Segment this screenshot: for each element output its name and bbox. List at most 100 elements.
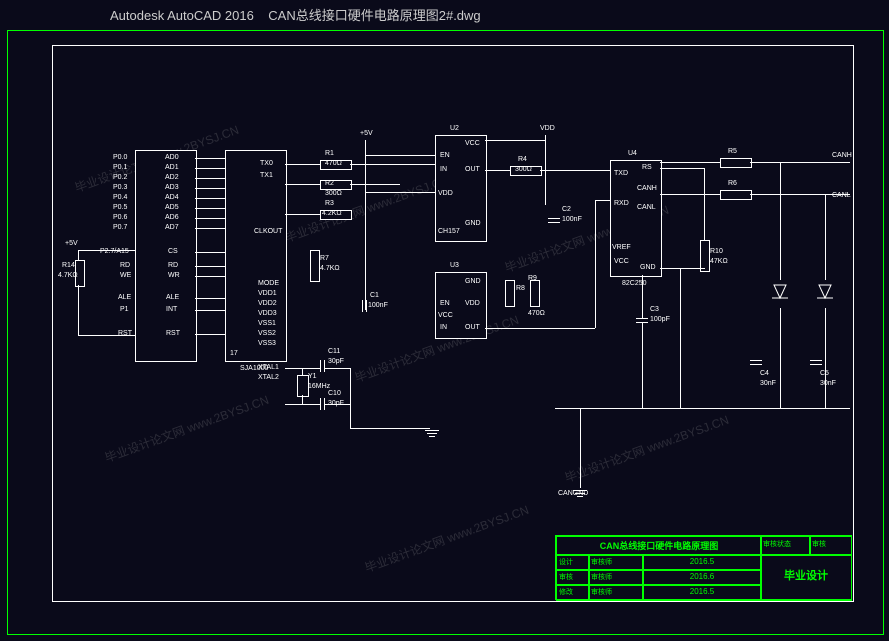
pin-label: P0.5	[113, 204, 127, 211]
pin-label: TX1	[260, 172, 273, 179]
pin-label: P0.3	[113, 184, 127, 191]
v5-label: +5V	[65, 240, 78, 247]
wire	[660, 168, 704, 169]
c11-ref: C11	[328, 348, 340, 355]
wire	[195, 208, 225, 209]
wire	[642, 322, 643, 408]
resistor-r8	[505, 280, 515, 307]
wire	[195, 334, 225, 335]
c5-val: 30nF	[820, 380, 836, 387]
c4-val: 30nF	[760, 380, 776, 387]
c1-ref: C1	[370, 292, 379, 299]
wire	[78, 285, 79, 335]
wire	[195, 168, 225, 169]
r1-ref: R1	[325, 150, 334, 157]
pin-label: P0.2	[113, 174, 127, 181]
wire	[485, 328, 595, 329]
r6-ref: R6	[728, 180, 737, 187]
wire	[195, 188, 225, 189]
tb-title: CAN总线接口硬件电路原理图	[556, 536, 762, 556]
wire	[780, 308, 781, 408]
c10-ref: C10	[328, 390, 341, 397]
pin-label: VREF	[612, 244, 631, 251]
pin-label: P1	[120, 306, 129, 313]
pin-label: CS	[168, 248, 178, 255]
canh-label: CANH	[832, 152, 852, 159]
wire	[545, 135, 546, 205]
r9-val: 470Ω	[528, 310, 545, 317]
resistor-r5	[720, 158, 752, 168]
wire	[642, 275, 643, 318]
pin-label: CANH	[637, 185, 657, 192]
pin-label: AD0	[165, 154, 179, 161]
r14-val: 4.7KΩ	[58, 272, 78, 279]
wire	[195, 178, 225, 179]
wire	[302, 368, 303, 375]
pin-label: TX0	[260, 160, 273, 167]
pin-label: CH157	[438, 228, 460, 235]
pin-label: WR	[168, 272, 180, 279]
r2-ref: R2	[325, 180, 334, 187]
pin-label: P0.1	[113, 164, 127, 171]
filename: CAN总线接口硬件电路原理图2#.dwg	[268, 8, 480, 23]
pin-label: GND	[465, 220, 481, 227]
pin-label: TXD	[614, 170, 628, 177]
pin-label: AD7	[165, 224, 179, 231]
tb-cell: 审核状态	[760, 536, 811, 556]
pin-label: XTAL1	[258, 364, 279, 371]
pin-label: VSS2	[258, 330, 276, 337]
pin-label: AD2	[165, 174, 179, 181]
wire	[195, 218, 225, 219]
xtal-val: 16MHz	[308, 383, 330, 390]
wire	[365, 155, 435, 156]
r1-val: 470Ω	[325, 160, 342, 167]
r5-ref: R5	[728, 148, 737, 155]
c3-val: 100pF	[650, 316, 670, 323]
wire	[78, 335, 135, 336]
pin-label: VCC	[438, 312, 453, 319]
pin-label: VSS1	[258, 320, 276, 327]
pin-label: AD1	[165, 164, 179, 171]
r4-ref: R4	[518, 156, 527, 163]
wire	[540, 170, 610, 171]
wire	[285, 368, 302, 369]
resistor-r6	[720, 190, 752, 200]
r3-ref: R3	[325, 200, 334, 207]
pin-label: INT	[166, 306, 177, 313]
wire	[195, 228, 225, 229]
wire	[825, 308, 826, 408]
pin-label: OUT	[465, 324, 480, 331]
wire	[350, 184, 400, 185]
wire	[195, 298, 225, 299]
pin-label: VCC	[614, 258, 629, 265]
pin-label: IN	[440, 324, 447, 331]
tb-right: 毕业设计	[760, 554, 852, 601]
wire	[555, 408, 850, 409]
wire	[350, 368, 351, 428]
wire	[595, 200, 610, 201]
pin-label: VDD1	[258, 290, 277, 297]
v5-label-2: +5V	[360, 130, 373, 137]
wire	[485, 140, 545, 141]
pin-label: P0.7	[113, 224, 127, 231]
c1-val: 100nF	[368, 302, 388, 309]
pin-label: RST	[166, 330, 180, 337]
r8-ref: R8	[516, 285, 525, 292]
wire	[580, 408, 581, 488]
c11-val: 30pF	[328, 358, 344, 365]
r14-ref: R14	[62, 262, 75, 269]
wire	[365, 140, 366, 310]
wire	[324, 368, 350, 369]
pin-label: VDD2	[258, 300, 277, 307]
pin-label: GND	[465, 278, 481, 285]
wire	[750, 162, 850, 163]
wire	[680, 268, 681, 408]
wire	[350, 428, 430, 429]
r10-ref: R10	[710, 248, 723, 255]
wire	[825, 194, 826, 280]
r10-val: 47KΩ	[710, 258, 728, 265]
wire	[660, 162, 720, 163]
wire	[195, 198, 225, 199]
pin-label: VDD3	[258, 310, 277, 317]
wire	[195, 310, 225, 311]
